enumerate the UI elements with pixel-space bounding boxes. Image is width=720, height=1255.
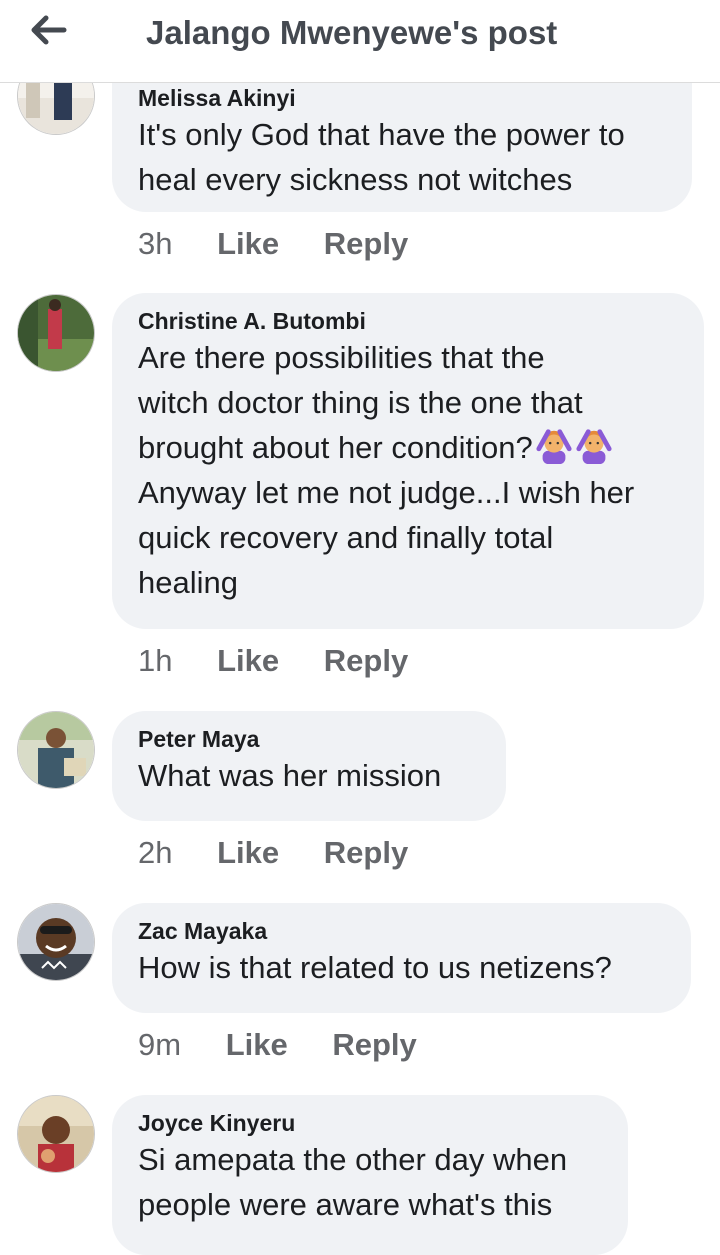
like-button[interactable]: Like [226,1027,288,1062]
comment-text: How is that related to us netizens? [138,950,612,985]
comment-text-part: Are there possibilities that the witch d… [138,340,583,465]
comment-actions: 2h Like Reply [138,835,444,871]
avatar[interactable] [17,711,95,789]
comment-bubble[interactable]: Zac Mayaka How is that related to us net… [112,903,691,1013]
comment-author[interactable]: Peter Maya [138,725,482,753]
like-button[interactable]: Like [217,643,279,678]
comment-actions: 1h Like Reply [138,643,444,679]
comment-time: 9m [138,1027,182,1062]
comment-author[interactable]: Melissa Akinyi [138,84,668,112]
person-gesturing-no-emoji [576,429,612,464]
comment-text: Si amepata the other day when people wer… [138,1142,568,1222]
back-arrow-icon[interactable] [28,12,68,48]
page-title: Jalango Mwenyewe's post [146,14,558,51]
top-bar: Jalango Mwenyewe's post [0,0,720,83]
reply-button[interactable]: Reply [324,643,408,678]
comment-text: What was her mission [138,758,442,793]
comment-text: It's only God that have the power to hea… [138,117,625,197]
reply-button[interactable]: Reply [324,226,408,261]
comment-bubble[interactable]: Christine A. Butombi Are there possibili… [112,293,704,629]
comment-author[interactable]: Zac Mayaka [138,917,667,945]
comment-author[interactable]: Christine A. Butombi [138,307,680,335]
comment-actions: 3h Like Reply [138,226,444,262]
reply-button[interactable]: Reply [324,835,408,870]
avatar[interactable] [17,903,95,981]
comment-time: 2h [138,835,173,870]
person-gesturing-no-emoji [536,429,572,464]
comment-time: 3h [138,226,173,261]
comment-time: 1h [138,643,173,678]
like-button[interactable]: Like [217,226,279,261]
avatar[interactable] [17,1095,95,1173]
comment-author[interactable]: Joyce Kinyeru [138,1109,604,1137]
comment-bubble[interactable]: Peter Maya What was her mission [112,711,506,821]
comment-text: Are there possibilities that the witch d… [138,335,680,605]
like-button[interactable]: Like [217,835,279,870]
avatar[interactable] [17,294,95,372]
reply-button[interactable]: Reply [332,1027,416,1062]
comment-bubble[interactable]: Joyce Kinyeru Si amepata the other day w… [112,1095,628,1255]
comment-actions: 9m Like Reply [138,1027,453,1063]
comment-text-part: Anyway let me not judge...I wish her qui… [138,475,635,600]
